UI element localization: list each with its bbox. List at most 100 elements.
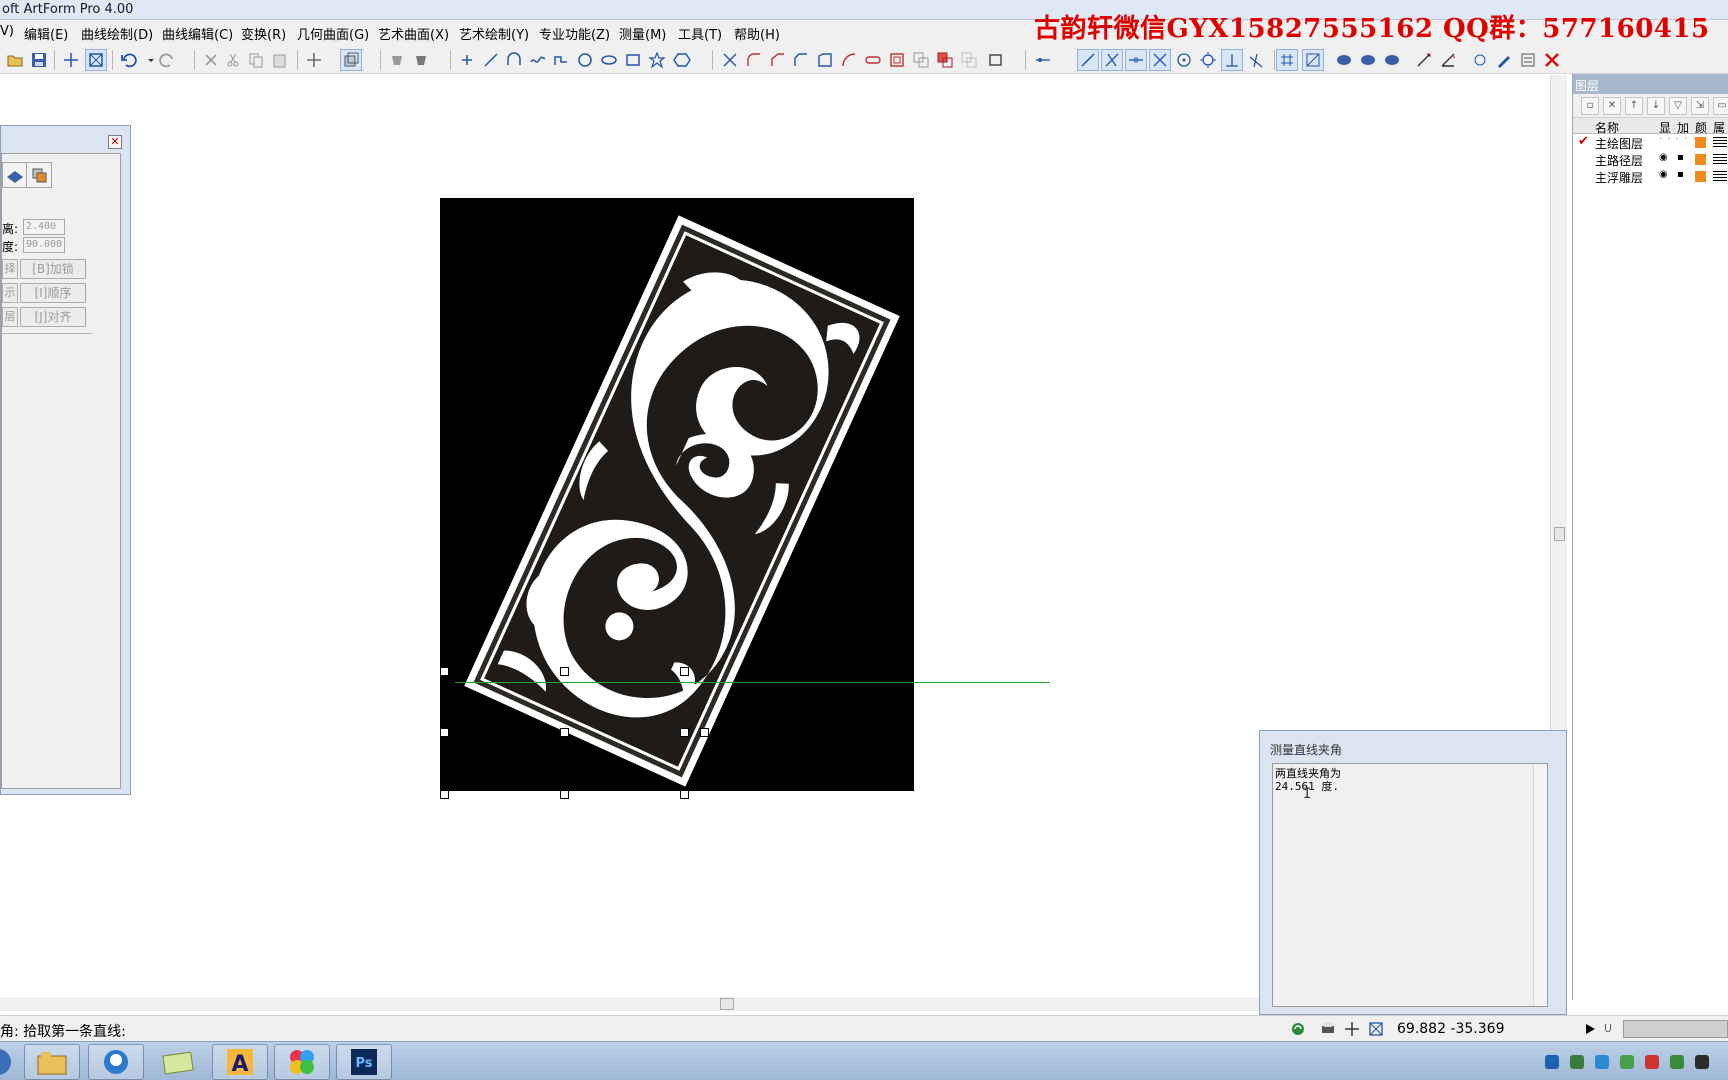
polyline-draw-icon[interactable] xyxy=(550,49,572,71)
move-layer-up-icon[interactable]: ↑ xyxy=(1625,97,1643,115)
props-tool-icon[interactable] xyxy=(1517,49,1539,71)
cut-icon[interactable] xyxy=(222,49,244,71)
star-draw-icon[interactable] xyxy=(646,49,668,71)
selection-handle[interactable] xyxy=(560,790,569,799)
tray-icon[interactable] xyxy=(1620,1055,1634,1069)
measure-dialog-scrollbar[interactable] xyxy=(1533,764,1547,1006)
copy-icon[interactable] xyxy=(245,49,267,71)
selection-handle[interactable] xyxy=(680,667,689,676)
relief-tool-icon[interactable] xyxy=(26,162,52,188)
layer-color-swatch[interactable] xyxy=(1695,137,1706,148)
shade-view3-icon[interactable] xyxy=(1381,49,1403,71)
curve-offset-icon[interactable] xyxy=(838,49,860,71)
shade-view-icon[interactable] xyxy=(1333,49,1355,71)
spline-draw-icon[interactable] xyxy=(527,49,549,71)
play-icon[interactable] xyxy=(1582,1021,1598,1037)
menu-geometry-surface[interactable]: 几何曲面(G) xyxy=(297,24,369,43)
snap-perpendicular-icon[interactable] xyxy=(1221,49,1243,71)
menu-professional[interactable]: 专业功能(Z) xyxy=(539,24,610,43)
polygon-draw-icon[interactable] xyxy=(671,49,693,71)
arc-draw-icon[interactable] xyxy=(503,49,525,71)
tray-icon[interactable] xyxy=(1570,1055,1584,1069)
menu-tools[interactable]: 工具(T) xyxy=(678,24,722,43)
node-edit-icon[interactable] xyxy=(1032,49,1054,71)
trim-icon[interactable] xyxy=(719,49,741,71)
artform-icon[interactable]: A xyxy=(212,1044,268,1080)
delete-icon[interactable] xyxy=(200,49,222,71)
undo-icon[interactable] xyxy=(118,49,140,71)
crosshair-status-icon[interactable] xyxy=(1344,1021,1360,1037)
draw-tool-icon[interactable] xyxy=(1493,49,1515,71)
ellipse-draw-icon[interactable] xyxy=(598,49,620,71)
show-stub-button[interactable]: 示 xyxy=(2,283,18,303)
relief-cup2-icon[interactable] xyxy=(410,49,432,71)
delete-layer-icon[interactable]: ✕ xyxy=(1603,97,1621,115)
snap-quadrant-icon[interactable] xyxy=(1197,49,1219,71)
qq-icon[interactable] xyxy=(88,1044,144,1080)
layer-color-swatch[interactable] xyxy=(1695,171,1706,182)
distance-input[interactable]: 2.400 xyxy=(23,219,65,235)
tray-icon[interactable] xyxy=(1645,1055,1659,1069)
lock-icon[interactable]: ▪ xyxy=(1677,169,1684,180)
eye-icon[interactable]: ◉ xyxy=(1659,152,1668,163)
view-box-icon[interactable] xyxy=(340,49,362,71)
photoshop-icon[interactable]: Ps xyxy=(336,1044,392,1080)
eye-icon[interactable]: ◉ xyxy=(1659,169,1668,180)
crosshair-icon[interactable] xyxy=(60,49,82,71)
snap-line-icon[interactable] xyxy=(1077,49,1099,71)
tray-icon[interactable] xyxy=(1595,1055,1609,1069)
tray-icon[interactable] xyxy=(1670,1055,1684,1069)
lock-icon[interactable]: ▪ xyxy=(1677,152,1684,163)
angle-input[interactable]: 90.000 xyxy=(23,237,65,253)
snap-point-icon[interactable] xyxy=(303,49,325,71)
menu-curve-draw[interactable]: 曲线绘制(D) xyxy=(81,24,153,43)
layer-props-icon[interactable]: ▭ xyxy=(1713,97,1728,115)
group-box-icon[interactable] xyxy=(985,49,1007,71)
selection-handle[interactable] xyxy=(680,728,689,737)
merge-layer-icon[interactable]: ⇲ xyxy=(1691,97,1709,115)
status-slider[interactable] xyxy=(1623,1020,1728,1038)
order-button[interactable]: [I]顺序 xyxy=(20,283,86,303)
boolean-union-icon[interactable] xyxy=(910,49,932,71)
rectangle-draw-icon[interactable] xyxy=(622,49,644,71)
measure-distance-icon[interactable] xyxy=(1413,49,1435,71)
close-x-icon[interactable] xyxy=(1541,49,1563,71)
printer-icon[interactable] xyxy=(1320,1021,1336,1037)
new-layer-icon[interactable]: ▫ xyxy=(1581,97,1599,115)
tray-icon[interactable] xyxy=(1545,1055,1559,1069)
snap-center-icon[interactable] xyxy=(1173,49,1195,71)
grid-icon[interactable] xyxy=(1276,49,1298,71)
selection-handle[interactable] xyxy=(440,667,449,676)
offset-icon[interactable] xyxy=(814,49,836,71)
selection-handle[interactable] xyxy=(560,667,569,676)
selection-handle[interactable] xyxy=(440,790,449,799)
relief-cup-icon[interactable] xyxy=(386,49,408,71)
shade-view2-icon[interactable] xyxy=(1357,49,1379,71)
menu-curve-edit[interactable]: 曲线编辑(C) xyxy=(162,24,233,43)
extend-icon[interactable] xyxy=(767,49,789,71)
select-stub-button[interactable]: 择 xyxy=(2,259,18,279)
menu-view[interactable]: V) xyxy=(0,24,14,39)
open-file-icon[interactable] xyxy=(4,49,26,71)
snap-tangent-icon[interactable] xyxy=(1245,49,1267,71)
move-layer-down-icon[interactable]: ↓ xyxy=(1647,97,1665,115)
chamfer-icon[interactable] xyxy=(790,49,812,71)
menu-measure[interactable]: 测量(M) xyxy=(619,24,666,43)
ortho-icon[interactable] xyxy=(1302,49,1324,71)
vector-tool-icon[interactable] xyxy=(1469,49,1491,71)
horizontal-scroll-thumb[interactable] xyxy=(720,998,734,1010)
snap-cross-icon[interactable] xyxy=(1149,49,1171,71)
file-explorer-icon[interactable] xyxy=(24,1044,80,1080)
refresh-icon[interactable] xyxy=(1290,1021,1306,1037)
menu-transform[interactable]: 变换(R) xyxy=(241,24,286,43)
left-panel-close-icon[interactable]: ✕ xyxy=(108,135,122,149)
boolean-intersect-icon[interactable] xyxy=(958,49,980,71)
folder-icon[interactable] xyxy=(150,1044,206,1080)
menu-help[interactable]: 帮助(H) xyxy=(734,24,780,43)
selection-handle[interactable] xyxy=(440,728,449,737)
select-box-icon[interactable] xyxy=(85,49,107,71)
frame-icon[interactable] xyxy=(886,49,908,71)
canvas-horizontal-scrollbar[interactable] xyxy=(0,997,1260,1011)
slot-icon[interactable] xyxy=(862,49,884,71)
menu-art-draw[interactable]: 艺术绘制(Y) xyxy=(459,24,529,43)
